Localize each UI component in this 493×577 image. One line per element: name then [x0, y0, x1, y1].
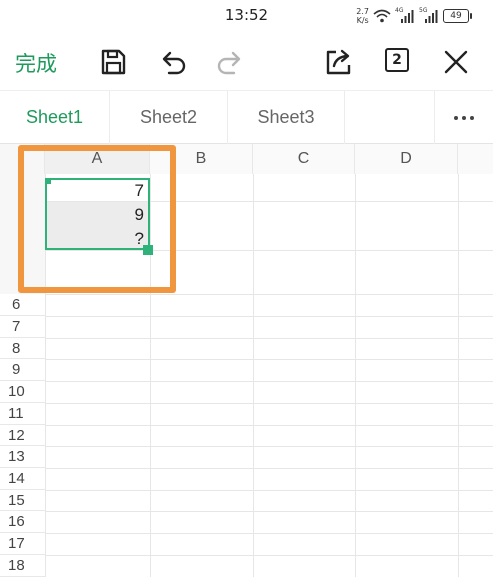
status-bar: 13:52 2.7 K/s 4G 5G 49 [0, 0, 493, 34]
status-indicators: 2.7 K/s 4G 5G 49 [356, 4, 472, 28]
done-button[interactable]: 完成 [15, 48, 57, 78]
signal-icon-sim2: 5G [419, 7, 439, 23]
row-header-17[interactable]: 17 [0, 533, 45, 555]
row-header-11[interactable]: 11 [0, 403, 45, 425]
signal-icon-sim1: 4G [395, 7, 415, 23]
row-header-10[interactable]: 10 [0, 381, 45, 403]
tab-sheet3[interactable]: Sheet3 [228, 91, 345, 144]
row-header-13[interactable]: 13 [0, 446, 45, 468]
row-header-14[interactable]: 14 [0, 468, 45, 490]
battery-icon: 49 [443, 9, 472, 23]
row-header-7[interactable]: 7 [0, 316, 45, 338]
row-header-16[interactable]: 16 [0, 511, 45, 533]
row-header-8[interactable]: 8 [0, 338, 45, 359]
undo-icon[interactable] [157, 46, 189, 78]
wifi-icon [373, 9, 391, 23]
column-header-partial [458, 144, 493, 174]
window-count-button[interactable]: 2 [385, 48, 409, 72]
annotation-highlight-box [18, 145, 176, 293]
row-header-18[interactable]: 18 [0, 555, 45, 577]
column-header-d[interactable]: D [355, 144, 458, 174]
editor-toolbar: 完成 [0, 34, 493, 90]
close-icon[interactable] [440, 46, 472, 78]
tab-sheet1[interactable]: Sheet1 [0, 91, 110, 144]
column-header-c[interactable]: C [253, 144, 355, 174]
share-icon[interactable] [322, 46, 354, 78]
row-header-9[interactable]: 9 [0, 359, 45, 381]
more-icon[interactable] [434, 91, 493, 144]
tab-sheet2[interactable]: Sheet2 [110, 91, 228, 144]
redo-icon[interactable] [214, 46, 246, 78]
row-header-12[interactable]: 12 [0, 425, 45, 446]
sheet-tab-bar: Sheet1 Sheet2 Sheet3 [0, 90, 493, 144]
row-header-6[interactable]: 6 [0, 294, 45, 316]
save-icon[interactable] [97, 46, 129, 78]
row-header-15[interactable]: 15 [0, 490, 45, 511]
network-speed: 2.7 K/s [356, 7, 369, 25]
